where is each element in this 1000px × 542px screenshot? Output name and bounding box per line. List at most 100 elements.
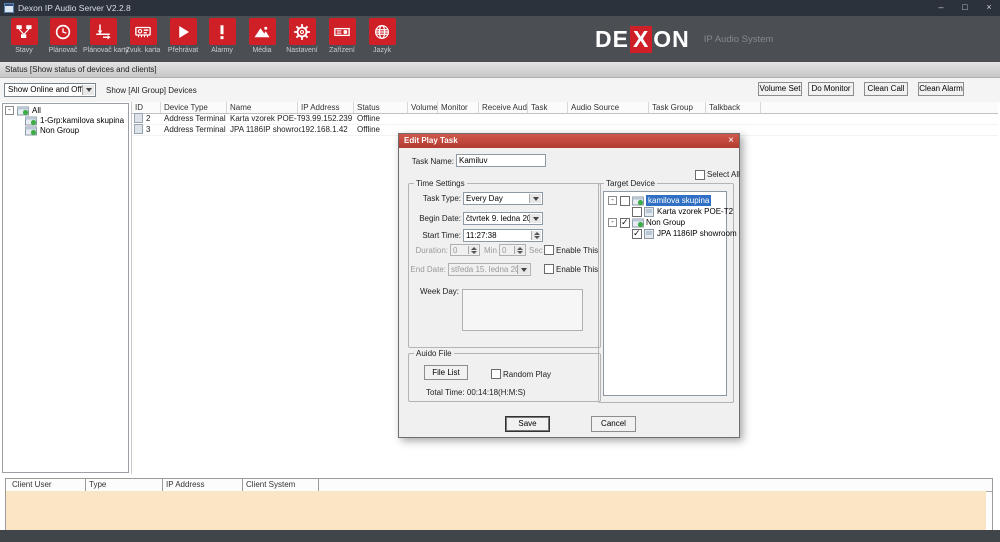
duration-label: Duration: xyxy=(411,246,448,255)
cancel-button[interactable]: Cancel xyxy=(591,416,636,432)
dialog-title-bar[interactable]: Edit Play Task × xyxy=(399,134,739,148)
close-button[interactable]: × xyxy=(982,1,996,14)
start-time-value: 11:27:38 xyxy=(466,231,497,240)
duration-enable-checkbox[interactable] xyxy=(544,245,554,255)
status-strip: Status [Show status of devices and clien… xyxy=(0,62,1000,78)
toolbar-label: Zařízení xyxy=(322,47,362,54)
task-name-input[interactable]: Kamiluv xyxy=(456,154,546,167)
tree-expander-icon[interactable] xyxy=(608,196,617,205)
begin-date-value: čtvrtek 9. ledna 20 xyxy=(466,214,531,223)
toolbar-label: Plánovač xyxy=(43,47,83,54)
column-header[interactable]: ID xyxy=(132,102,161,113)
toolbar-button-play[interactable]: Přehrávat xyxy=(163,18,203,54)
column-header[interactable]: Task Group xyxy=(649,102,706,113)
chevron-down-icon[interactable] xyxy=(82,85,94,95)
client-table: Client User Type IP Address Client Syste… xyxy=(5,478,993,531)
logo-text-de: DE xyxy=(595,26,629,53)
column-header[interactable]: Device Type xyxy=(161,102,227,113)
clean-call-button[interactable]: Clean Call xyxy=(864,82,908,96)
cell-id: 3 xyxy=(146,125,150,134)
file-list-button[interactable]: File List xyxy=(424,365,468,380)
bottom-bar xyxy=(0,530,1000,542)
column-header[interactable]: Monitor xyxy=(438,102,479,113)
target-node-checkbox[interactable] xyxy=(632,207,642,217)
column-header[interactable]: Type xyxy=(86,479,163,491)
toolbar-button-card-scheduler[interactable]: Plánovač karty xyxy=(83,18,123,54)
toolbar-label: Zvuk. karta xyxy=(123,47,163,54)
cell-id: 2 xyxy=(146,114,150,123)
begin-date-label: Begin Date: xyxy=(411,214,461,223)
devices-icon xyxy=(329,18,356,45)
tree-expander-icon[interactable] xyxy=(608,218,617,227)
toolbar-button-devices[interactable]: Zařízení xyxy=(322,18,362,54)
column-header[interactable]: IP Address xyxy=(163,479,243,491)
column-header[interactable]: Name xyxy=(227,102,298,113)
scheduler-clock-icon xyxy=(50,18,77,45)
toolbar-button-media[interactable]: Média xyxy=(242,18,282,54)
target-node-checkbox[interactable] xyxy=(620,218,630,228)
do-monitor-button[interactable]: Do Monitor xyxy=(808,82,854,96)
app-icon xyxy=(4,3,14,13)
toolbar-button-alarms[interactable]: Alarmy xyxy=(202,18,242,54)
toolbar-button-status[interactable]: Stavy xyxy=(4,18,44,54)
column-header[interactable]: IP Address xyxy=(298,102,354,113)
column-header[interactable]: Task xyxy=(528,102,568,113)
show-devices-label: Show [All Group] Devices xyxy=(106,86,197,95)
card-scheduler-icon xyxy=(90,18,117,45)
maximize-button[interactable]: □ xyxy=(958,1,972,14)
chevron-down-icon[interactable] xyxy=(517,265,529,274)
column-header[interactable]: Talkback xyxy=(706,102,761,113)
dialog-close-icon[interactable]: × xyxy=(728,134,734,148)
column-header[interactable]: Client System xyxy=(243,479,319,491)
column-header[interactable]: Volume xyxy=(408,102,438,113)
clean-alarm-button[interactable]: Clean Alarm xyxy=(918,82,964,96)
random-play-checkbox[interactable] xyxy=(491,369,501,379)
toolbar-button-language[interactable]: Jazyk xyxy=(362,18,402,54)
column-header[interactable]: Client User xyxy=(9,479,86,491)
spinner-up-down-icon[interactable] xyxy=(468,246,478,254)
spinner-up-down-icon[interactable] xyxy=(531,231,541,240)
target-node-checkbox[interactable] xyxy=(620,196,630,206)
tree-node-label: 1-Grp:kamilova skupina xyxy=(40,116,124,126)
duration-sec-spinbox[interactable]: 0 xyxy=(499,244,526,256)
minimize-button[interactable]: – xyxy=(934,1,948,14)
tree-expander-icon[interactable] xyxy=(5,106,14,115)
column-header[interactable]: Receive Audio xyxy=(479,102,528,113)
toolbar-label: Nastavení xyxy=(282,47,322,54)
cell-device-type: Address Terminal xyxy=(161,113,230,124)
column-header[interactable]: Audio Source xyxy=(568,102,649,113)
target-node-checkbox[interactable] xyxy=(632,229,642,239)
status-network-icon xyxy=(11,18,38,45)
begin-date-dropdown[interactable]: čtvrtek 9. ledna 20 xyxy=(463,212,543,225)
duration-enable-label: Enable This xyxy=(556,246,598,255)
group-icon xyxy=(25,116,37,126)
chevron-down-icon[interactable] xyxy=(529,214,541,223)
alarm-icon xyxy=(209,18,236,45)
column-header[interactable]: Status xyxy=(354,102,408,113)
week-day-box[interactable] xyxy=(462,289,583,331)
device-icon xyxy=(134,113,143,123)
dexon-logo: DEXON IP Audio System xyxy=(595,26,773,53)
title-bar: Dexon IP Audio Server V2.2.8 – □ × xyxy=(0,0,1000,16)
select-all-checkbox[interactable] xyxy=(695,170,705,180)
end-date-dropdown[interactable]: středa 15. ledna 20 xyxy=(448,263,531,276)
end-date-enable-checkbox[interactable] xyxy=(544,264,554,274)
start-time-input[interactable]: 11:27:38 xyxy=(463,229,543,242)
toolbar-button-scheduler[interactable]: Plánovač xyxy=(43,18,83,54)
volume-set-button[interactable]: Volume Set xyxy=(758,82,802,96)
edit-play-task-dialog: Edit Play Task × Task Name: Kamiluv Sele… xyxy=(398,133,740,438)
logo-tagline: IP Audio System xyxy=(704,34,774,45)
toolbar: Stavy Plánovač Plánovač karty Zvuk. kart… xyxy=(0,16,1000,62)
toolbar-button-sound-card[interactable]: Zvuk. karta xyxy=(123,18,163,54)
toolbar-button-settings[interactable]: Nastavení xyxy=(282,18,322,54)
cell-ip: 93.99.152.239 xyxy=(298,113,357,124)
spinner-up-down-icon[interactable] xyxy=(514,246,524,254)
save-button[interactable]: Save xyxy=(505,416,550,432)
task-type-dropdown[interactable]: Every Day xyxy=(463,192,543,205)
group-icon xyxy=(25,126,37,136)
online-filter-dropdown[interactable]: Show Online and Offline xyxy=(4,83,96,97)
duration-min-spinbox[interactable]: 0 xyxy=(450,244,480,256)
chevron-down-icon[interactable] xyxy=(529,194,541,203)
target-node-label: JPA 1186IP showroom xyxy=(657,228,737,239)
toolbar-label: Média xyxy=(242,47,282,54)
